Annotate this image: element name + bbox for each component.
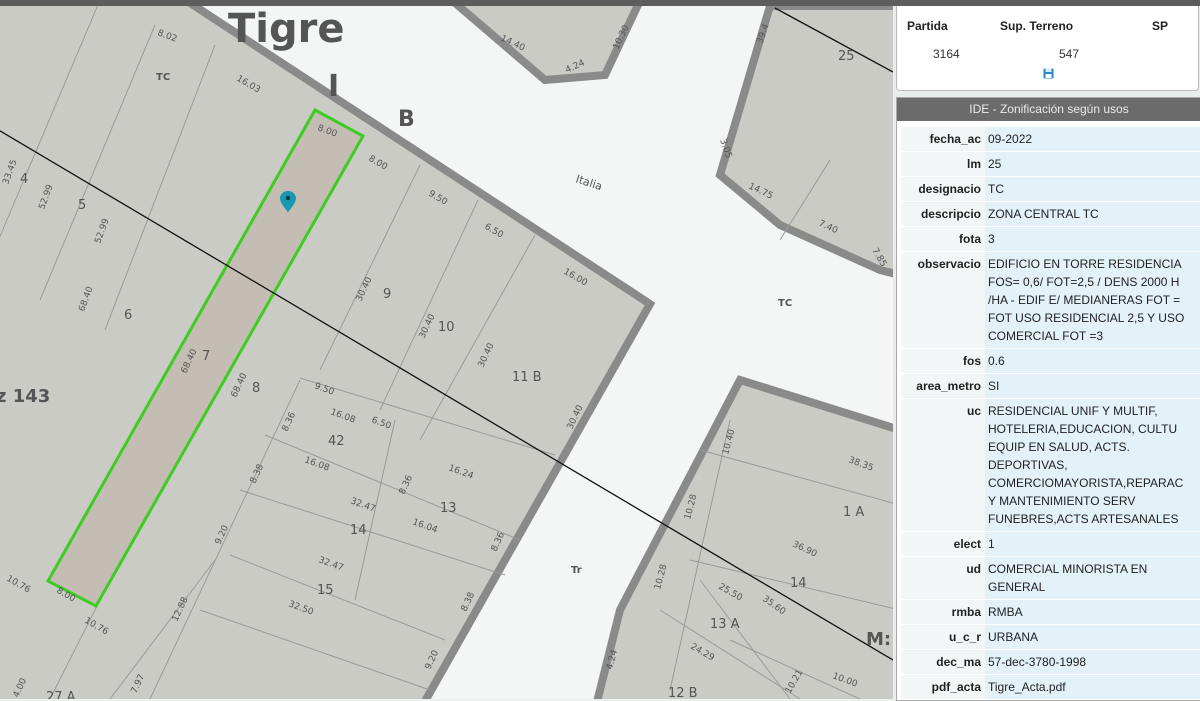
attribute-value: RESIDENCIAL UNIF Y MULTIF, HOTELERIA,EDU… bbox=[985, 399, 1200, 531]
lot-number: 12 B bbox=[668, 686, 698, 699]
attribute-value: 0.6 bbox=[985, 349, 1200, 373]
block-bottom-right bbox=[593, 375, 893, 699]
attribute-key: dec_ma bbox=[901, 650, 985, 674]
attribute-value: SI bbox=[985, 374, 1200, 398]
attribute-row: dec_ma 57-dec-3780-1998 bbox=[901, 650, 1200, 675]
attribute-key: fecha_ac bbox=[901, 127, 985, 151]
lot-number: 6 bbox=[124, 308, 132, 323]
lot-number: 7 bbox=[202, 349, 210, 364]
lot-number: 11 B bbox=[512, 370, 542, 385]
attribute-row: u_c_r URBANA bbox=[901, 625, 1200, 650]
attribute-key: designacio bbox=[901, 177, 985, 201]
attribute-table: fecha_ac 09-2022 lm 25 designacio TC descripci… bbox=[901, 127, 1200, 700]
attribute-value[interactable]: Tigre_Acta.pdf bbox=[985, 675, 1200, 699]
attribute-key: observacio bbox=[901, 252, 985, 348]
attribute-row: designacio TC bbox=[901, 177, 1200, 202]
attribute-row: observacio EDIFICIO EN TORRE RESIDENCIA F… bbox=[901, 252, 1200, 349]
zone-label: TC bbox=[778, 298, 792, 309]
value-partida: 3164 bbox=[933, 47, 960, 61]
zone-label: Tr bbox=[571, 565, 582, 576]
block-top-right bbox=[715, 6, 893, 278]
attribute-row: lm 25 bbox=[901, 152, 1200, 177]
info-panel: Partida Sup. Terreno SP 3164 547 IDE - Z… bbox=[893, 6, 1200, 701]
attribute-value: 25 bbox=[985, 152, 1200, 176]
zoning-panel-title: IDE - Zonificación según usos bbox=[897, 98, 1200, 121]
attribute-value: COMERCIAL MINORISTA EN GENERAL bbox=[985, 557, 1200, 599]
attribute-value: ZONA CENTRAL TC bbox=[985, 202, 1200, 226]
header-partida: Partida bbox=[907, 19, 948, 33]
lot-number: 13 bbox=[440, 501, 457, 516]
zone-b-label: B bbox=[398, 107, 415, 132]
attribute-row: rmba RMBA bbox=[901, 600, 1200, 625]
attribute-row: fecha_ac 09-2022 bbox=[901, 127, 1200, 152]
attribute-row: descripcio ZONA CENTRAL TC bbox=[901, 202, 1200, 227]
lot-number: 1 A bbox=[843, 505, 864, 520]
attribute-value: RMBA bbox=[985, 600, 1200, 624]
lot-number: 14 bbox=[350, 523, 367, 538]
zone-label: TC bbox=[156, 72, 170, 83]
block-label: I bbox=[328, 69, 339, 104]
lot-number: 9 bbox=[383, 287, 391, 302]
attribute-row: area_metro SI bbox=[901, 374, 1200, 399]
lot-number: 25 bbox=[838, 49, 855, 64]
manzana-label: M: bbox=[866, 629, 891, 650]
attribute-value: URBANA bbox=[985, 625, 1200, 649]
attribute-key: rmba bbox=[901, 600, 985, 624]
manzana-label: z 143 bbox=[0, 386, 50, 407]
header-sp: SP bbox=[1152, 19, 1169, 33]
city-label: Tigre bbox=[228, 6, 344, 52]
street-label: Italia bbox=[574, 172, 604, 193]
attribute-row: ud COMERCIAL MINORISTA EN GENERAL bbox=[901, 557, 1200, 600]
attribute-row: fota 3 bbox=[901, 227, 1200, 252]
attribute-value: 3 bbox=[985, 227, 1200, 251]
attribute-key: elect bbox=[901, 532, 985, 556]
attribute-key: area_metro bbox=[901, 374, 985, 398]
zoning-info-box: IDE - Zonificación según usos fecha_ac 09… bbox=[896, 97, 1200, 701]
attribute-key: descripcio bbox=[901, 202, 985, 226]
lot-number: 14 bbox=[790, 576, 807, 591]
value-sup-terreno: 547 bbox=[1059, 47, 1080, 61]
lot-number: 10 bbox=[438, 320, 455, 335]
attribute-key: fota bbox=[901, 227, 985, 251]
attribute-row: fos 0.6 bbox=[901, 349, 1200, 374]
lot-number: 5 bbox=[78, 198, 86, 213]
cadastral-map[interactable]: Tigre I B Italia TC TC Tr z 143 M: 4 5 6… bbox=[0, 6, 893, 699]
lot-number: 15 bbox=[317, 583, 334, 598]
floppy-disk-icon[interactable] bbox=[1043, 68, 1054, 79]
attribute-key: lm bbox=[901, 152, 985, 176]
lot-number: 4 bbox=[20, 172, 28, 187]
attribute-value: 1 bbox=[985, 532, 1200, 556]
attribute-value: EDIFICIO EN TORRE RESIDENCIA FOS= 0,6/ F… bbox=[985, 252, 1200, 348]
attribute-key: uc bbox=[901, 399, 985, 531]
attribute-row: elect 1 bbox=[901, 532, 1200, 557]
attribute-value: 09-2022 bbox=[985, 127, 1200, 151]
header-sup-terreno: Sup. Terreno bbox=[1000, 19, 1074, 33]
attribute-key: pdf_acta bbox=[901, 675, 985, 699]
attribute-row: pdf_acta Tigre_Acta.pdf bbox=[901, 675, 1200, 700]
attribute-value: 57-dec-3780-1998 bbox=[985, 650, 1200, 674]
map-canvas[interactable]: Tigre I B Italia TC TC Tr z 143 M: 4 5 6… bbox=[0, 6, 893, 699]
attribute-key: fos bbox=[901, 349, 985, 373]
attribute-row: uc RESIDENCIAL UNIF Y MULTIF, HOTELERIA,E… bbox=[901, 399, 1200, 532]
lot-number: 27 A bbox=[46, 690, 76, 699]
lot-number: 8 bbox=[252, 381, 260, 396]
lot-number: 42 bbox=[328, 434, 345, 449]
attribute-value: TC bbox=[985, 177, 1200, 201]
attribute-key: u_c_r bbox=[901, 625, 985, 649]
attribute-key: ud bbox=[901, 557, 985, 599]
lot-number: 13 A bbox=[710, 617, 740, 632]
parcel-info-box: Partida Sup. Terreno SP 3164 547 bbox=[896, 6, 1199, 91]
